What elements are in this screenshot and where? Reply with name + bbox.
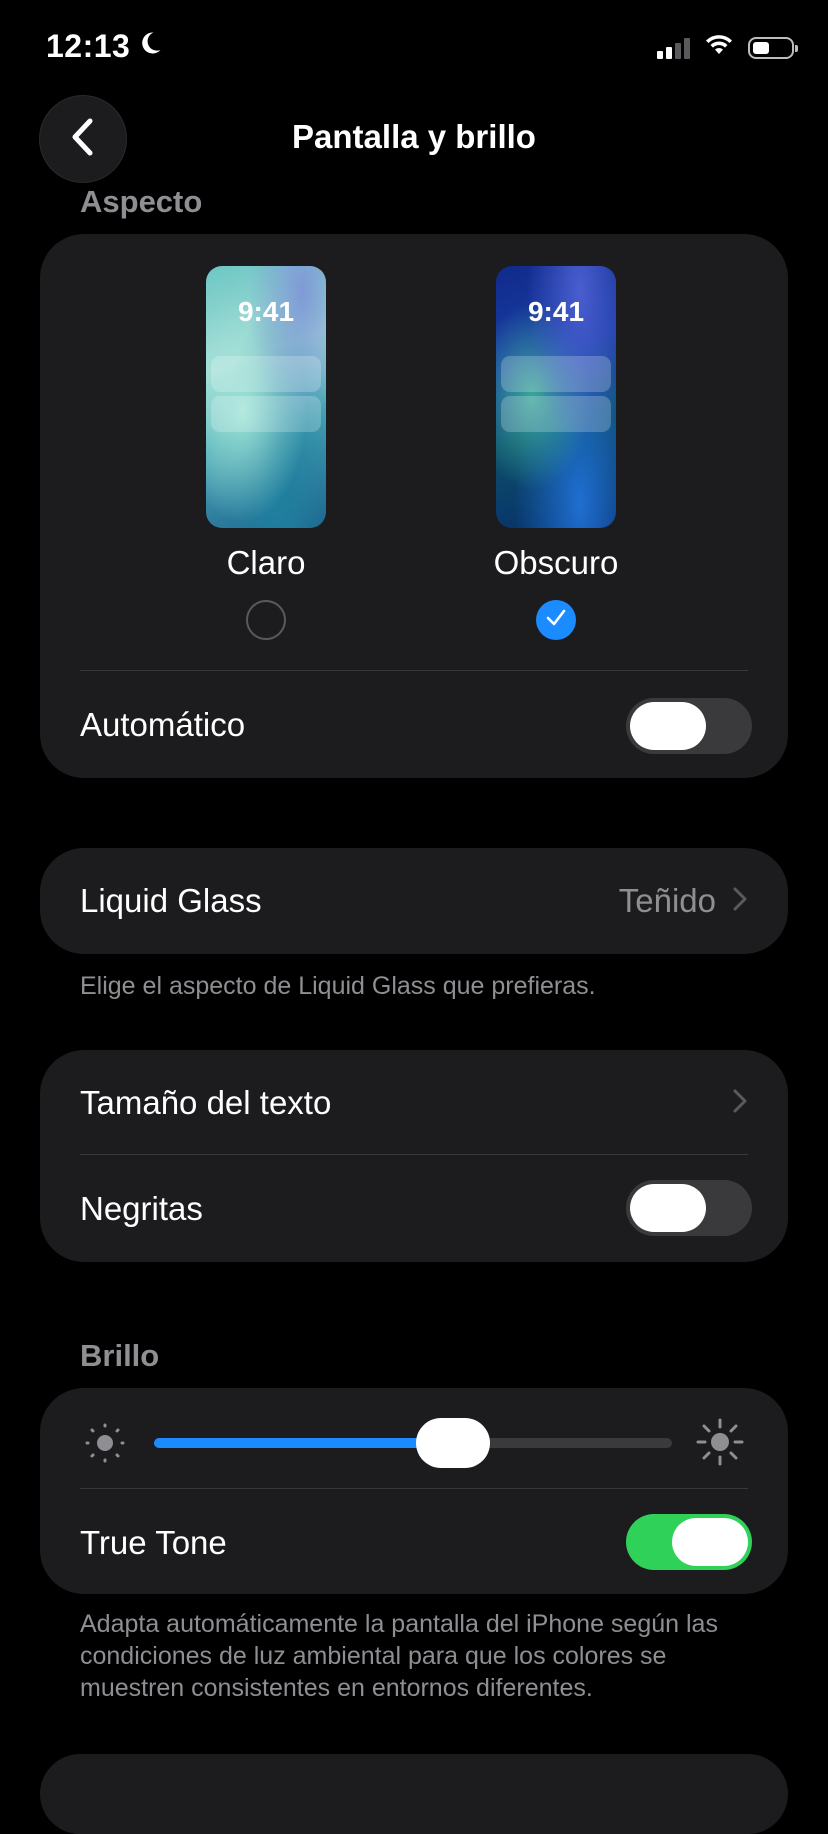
checkmark-icon — [544, 606, 568, 635]
bold-label: Negritas — [80, 1190, 203, 1227]
true-tone-toggle[interactable] — [626, 1514, 752, 1570]
brightness-section-header: Brillo — [80, 1338, 160, 1373]
light-mode-label: Claro — [226, 544, 306, 581]
appearance-card: 9:41 Claro 9:41 Obscuro Automático — [40, 234, 788, 778]
sun-small-icon — [82, 1420, 128, 1471]
dark-mode-label: Obscuro — [493, 544, 619, 581]
sun-large-icon — [694, 1416, 746, 1473]
battery-icon — [748, 36, 798, 59]
text-size-row[interactable]: Tamaño del texto — [40, 1050, 788, 1156]
slider-thumb[interactable] — [416, 1418, 490, 1468]
appearance-section-header: Aspecto — [80, 184, 203, 219]
wifi-icon — [704, 34, 734, 61]
liquid-glass-footnote: Elige el aspecto de Liquid Glass que pre… — [80, 972, 596, 1000]
chevron-right-icon — [732, 886, 748, 917]
automatic-label: Automático — [80, 706, 246, 743]
status-time-text: 12:13 — [46, 28, 131, 64]
next-settings-card — [40, 1754, 788, 1834]
true-tone-footnote: Adapta automáticamente la pantalla del i… — [80, 1610, 718, 1702]
light-mode-preview[interactable]: 9:41 — [206, 266, 326, 528]
dark-preview-time: 9:41 — [527, 296, 585, 327]
divider — [80, 1488, 748, 1489]
liquid-glass-row[interactable]: Liquid Glass Teñido — [40, 848, 788, 954]
dark-mode-preview[interactable]: 9:41 — [496, 266, 616, 528]
status-bar-right — [657, 34, 798, 61]
brightness-slider[interactable] — [154, 1418, 672, 1468]
moon-icon — [136, 28, 164, 65]
preview-widget — [501, 356, 611, 392]
preview-widget — [501, 396, 611, 432]
status-bar-time: 12:13 — [46, 28, 164, 65]
bold-toggle[interactable] — [626, 1180, 752, 1236]
page-title: Pantalla y brillo — [292, 118, 536, 155]
divider — [80, 670, 748, 671]
light-mode-radio[interactable] — [246, 600, 286, 640]
dark-mode-radio[interactable] — [536, 600, 576, 640]
true-tone-label: True Tone — [80, 1524, 227, 1561]
brightness-card: True Tone — [40, 1388, 788, 1594]
text-size-label: Tamaño del texto — [80, 1084, 332, 1121]
preview-widget — [211, 356, 321, 392]
preview-widget — [211, 396, 321, 432]
slider-fill — [154, 1438, 453, 1448]
automatic-toggle[interactable] — [626, 698, 752, 754]
chevron-right-icon — [732, 1088, 748, 1119]
liquid-glass-label: Liquid Glass — [80, 882, 262, 919]
light-preview-time: 9:41 — [237, 296, 295, 327]
liquid-glass-value: Teñido — [618, 882, 716, 919]
text-settings-card: Tamaño del texto Negritas — [40, 1050, 788, 1262]
divider — [80, 1154, 748, 1155]
signal-icon — [657, 37, 690, 59]
